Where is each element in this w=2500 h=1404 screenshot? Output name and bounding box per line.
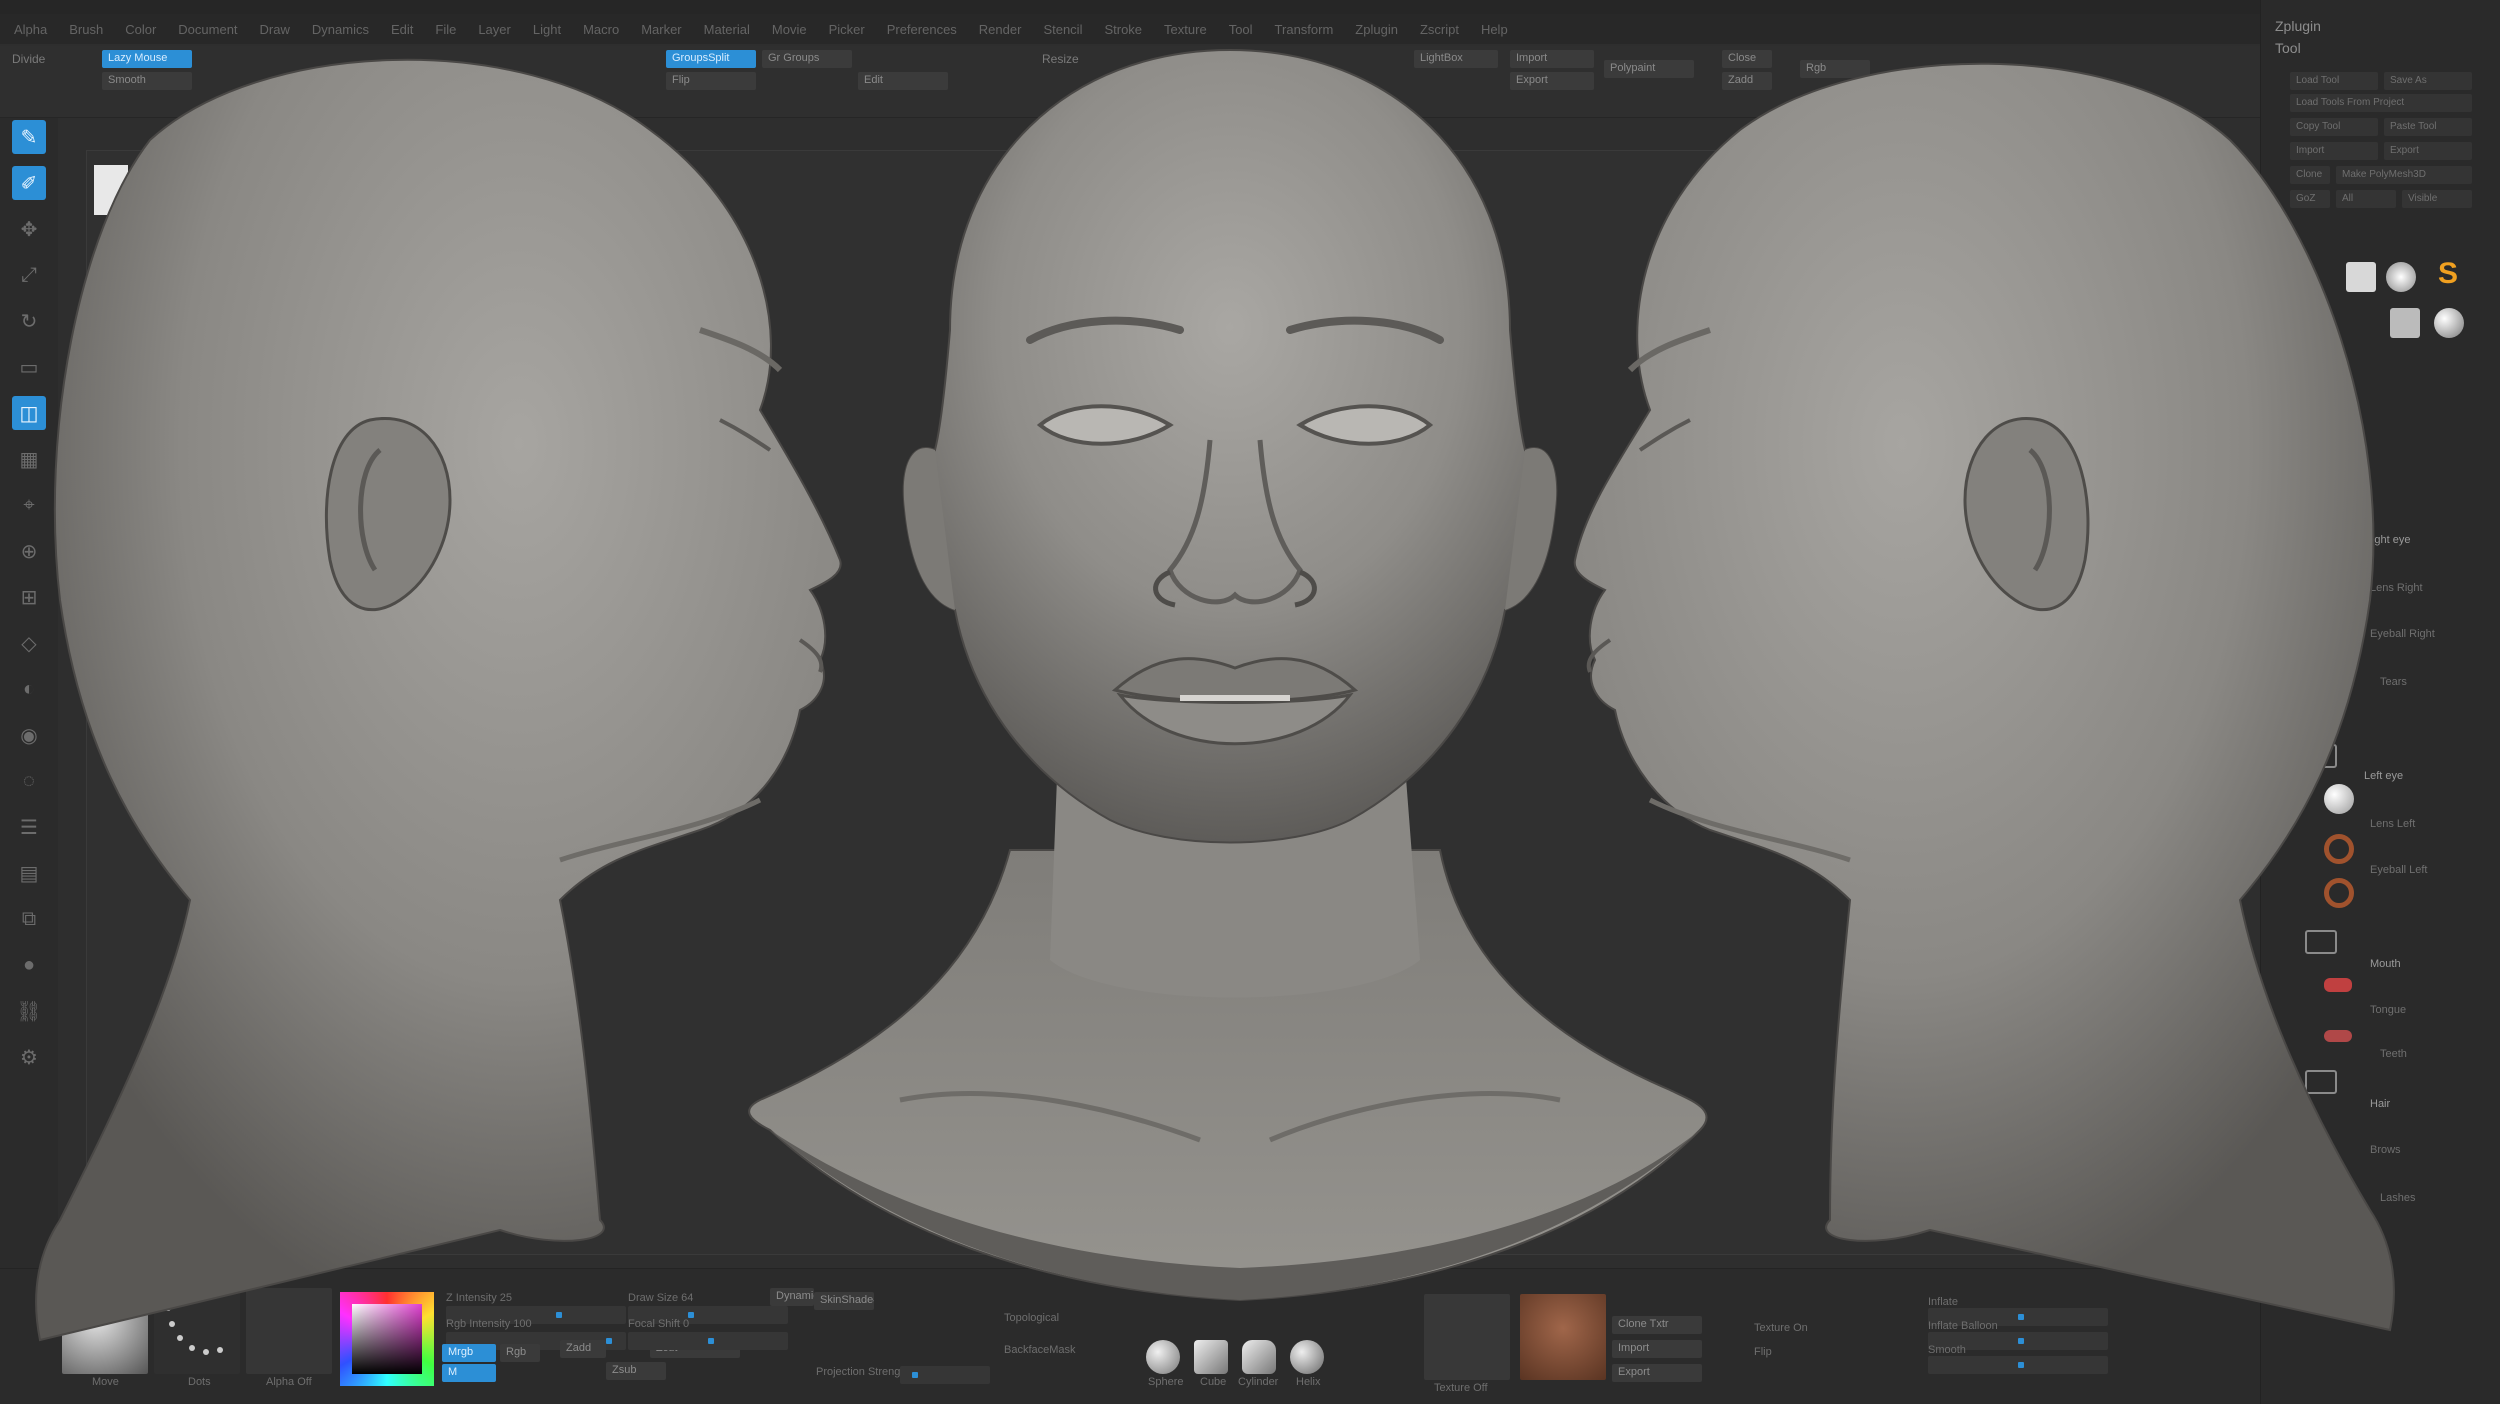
front-head — [748, 48, 1708, 1302]
right-profile-head — [1573, 62, 2395, 1332]
head-renders — [35, 48, 2395, 1342]
sculpt-viewport[interactable] — [0, 0, 2500, 1404]
left-profile-head — [35, 58, 842, 1342]
zbrush-window: Alpha Brush Color Document Draw Dynamics Edit F… — [0, 0, 2500, 1404]
